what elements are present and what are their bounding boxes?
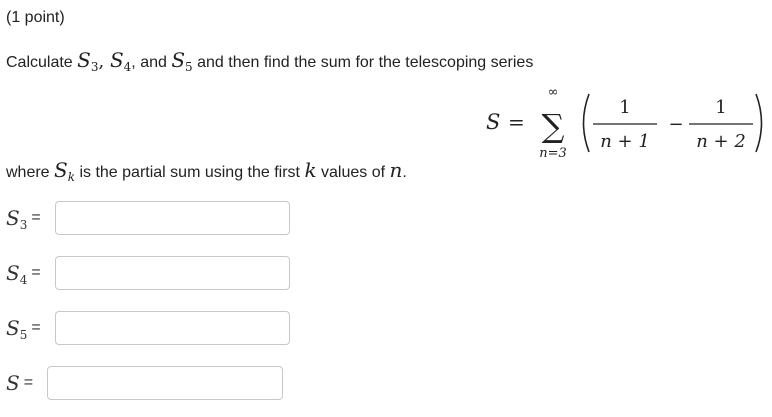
formula-lhs: S [486,110,500,134]
series-formula: S = ∞ ∑ n=3 1 n + 1 − 1 n + 2 [486,85,763,161]
sigma-symbol: ∑ [542,107,565,145]
s-answer-input[interactable] [47,366,283,400]
term1-numerator: 1 [619,97,630,118]
s5-answer-input[interactable] [55,311,290,345]
k-math: k [304,158,317,182]
and-text: , and [131,54,172,71]
s3-math: S3 [77,48,99,74]
question-text-pre: Calculate [6,54,78,71]
s4-math: S4 [109,48,132,74]
s4-label: S4 [6,261,28,287]
s4-answer-input[interactable] [55,256,290,290]
s3-answer-input[interactable] [55,201,290,235]
answer-row-s: S = [6,363,33,403]
comma: , [98,51,110,72]
answer-row-s3: S3 = [6,198,41,238]
formula-equals: = [508,110,525,134]
s5-math: S5 [171,48,193,74]
where-text-end: . [402,164,407,181]
question-text: Calculate S3, S4, and S5 and then find t… [6,48,534,74]
s5-label: S5 [6,316,28,342]
s-label: S [6,371,20,395]
points-label: (1 point) [6,9,65,26]
s-equals: = [23,374,34,391]
formula-minus: − [668,114,683,135]
where-text-pre: where [6,164,55,181]
term1-denominator: n + 1 [600,131,650,152]
answer-row-s4: S4 = [6,253,41,293]
sk-math: Sk [54,158,76,184]
right-paren [755,93,763,153]
sigma-upper-limit: ∞ [548,85,559,100]
term2-denominator: n + 2 [696,131,746,152]
sigma-lower-limit: n=3 [539,146,567,161]
where-text-mid: is the partial sum using the first [75,164,305,181]
n-math: n [389,158,403,182]
question-text-post: and then find the sum for the telescopin… [192,54,534,71]
where-text-mid2: values of [316,164,390,181]
left-paren [582,93,590,153]
answer-row-s5: S5 = [6,308,41,348]
s3-equals: = [31,209,41,226]
s3-label: S3 [6,206,28,232]
where-text: where Sk is the partial sum using the fi… [6,158,407,184]
s5-equals: = [31,319,41,336]
s4-equals: = [31,264,41,281]
term2-numerator: 1 [715,97,726,118]
